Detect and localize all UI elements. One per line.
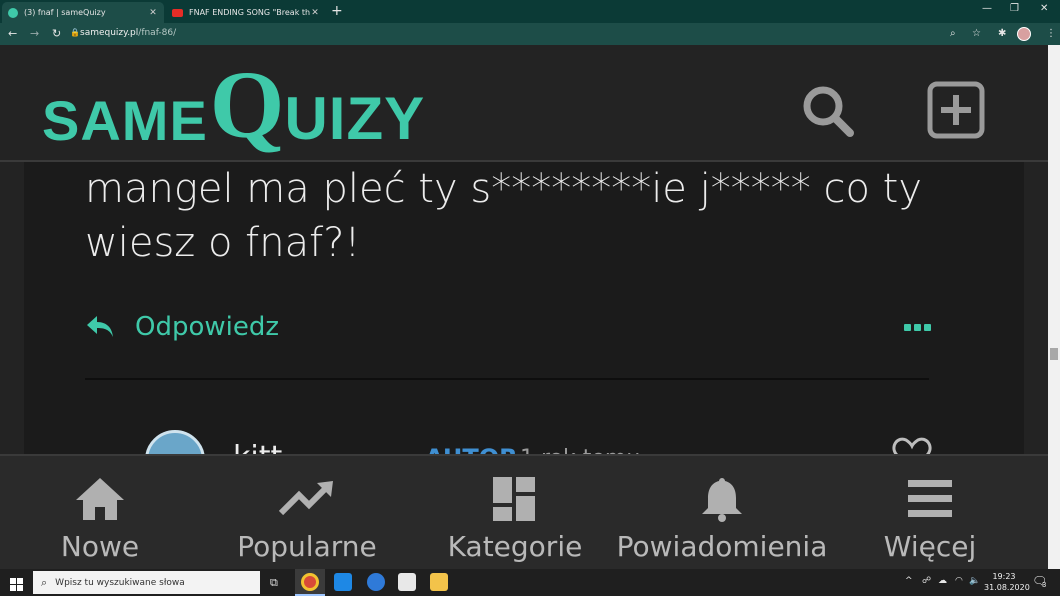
taskbar-clock[interactable]: 19:23 31.08.2020 [984, 571, 1030, 593]
file-explorer-icon[interactable] [430, 573, 448, 591]
chrome-icon[interactable] [301, 573, 319, 591]
menu-icon [908, 474, 952, 524]
youtube-favicon-icon [172, 8, 183, 17]
nav-label: Popularne [237, 530, 377, 563]
bookmark-star-icon[interactable]: ☆ [972, 28, 981, 39]
dashboard-icon [493, 474, 537, 524]
back-icon[interactable]: ← [8, 27, 17, 40]
nav-item-wiecej[interactable]: Więcej [870, 456, 990, 571]
comment-author-name[interactable]: kitt [233, 440, 282, 454]
add-quiz-icon[interactable] [927, 81, 985, 143]
maximize-icon[interactable]: ❐ [1010, 3, 1019, 14]
chevron-up-icon[interactable]: ^ [905, 576, 913, 586]
wifi-icon[interactable]: ◠ [955, 576, 963, 586]
nav-label: Nowe [60, 530, 140, 563]
url-field[interactable]: samequizy.pl/fnaf-86/ [80, 28, 176, 38]
edge-icon[interactable] [367, 573, 385, 591]
nav-item-powiadomienia[interactable]: Powiadomienia [617, 456, 827, 571]
nav-label: Powiadomienia [616, 530, 828, 563]
home-icon [74, 474, 126, 524]
search-icon[interactable] [800, 83, 856, 143]
nav-item-popularne[interactable]: Popularne [227, 456, 387, 571]
tab-samequizy[interactable]: (3) fnaf | sameQuizy ✕ [2, 2, 164, 23]
taskbar-search-input[interactable]: ⌕ Wpisz tu wyszukiwane słowa [33, 571, 260, 594]
extensions-icon[interactable]: ✱ [998, 28, 1006, 39]
comment-time: 1 rok temu [520, 446, 640, 454]
notification-count: 3 [1042, 581, 1047, 589]
trending-icon [279, 474, 335, 524]
search-icon: ⌕ [41, 575, 48, 589]
zoom-icon[interactable]: ⌕ [950, 28, 956, 39]
content-area: mangel ma pleć ty s********ie j***** co … [0, 162, 1048, 454]
store-icon[interactable] [398, 573, 416, 591]
lock-icon: 🔒 [70, 28, 80, 37]
minimize-icon[interactable]: — [982, 3, 992, 14]
forward-icon[interactable]: → [30, 27, 39, 40]
reply-label: Odpowiedz [135, 312, 280, 342]
tab-title: FNAF ENDING SONG "Break the [189, 8, 310, 17]
profile-avatar[interactable] [1017, 27, 1031, 41]
bell-icon [700, 474, 744, 524]
more-menu-icon[interactable]: ⋮ [1046, 28, 1056, 39]
comment-text: mangel ma pleć ty s********ie j***** co … [85, 166, 922, 266]
like-heart-icon[interactable] [892, 436, 932, 454]
more-options-icon[interactable] [904, 324, 931, 331]
cloud-icon[interactable]: ☁ [938, 576, 947, 586]
bottom-navigation: Nowe Popularne Kategorie Powiadomienia W… [0, 454, 1048, 569]
nav-item-kategorie[interactable]: Kategorie [440, 456, 590, 571]
scrollbar-thumb[interactable] [1050, 348, 1058, 360]
reply-button[interactable]: Odpowiedz [85, 312, 279, 342]
windows-taskbar: ⌕ Wpisz tu wyszukiwane słowa ⧉ ^ ☍ ☁ ◠ 🔈… [0, 569, 1060, 596]
task-view-icon[interactable]: ⧉ [270, 576, 278, 590]
nav-item-nowe[interactable]: Nowe [40, 456, 160, 571]
mail-icon[interactable] [334, 573, 352, 591]
close-tab-icon[interactable]: ✕ [148, 8, 158, 18]
volume-icon[interactable]: 🔈 [969, 576, 980, 586]
reload-icon[interactable]: ↻ [52, 27, 61, 40]
search-placeholder: Wpisz tu wyszukiwane słowa [55, 577, 185, 588]
tab-youtube[interactable]: FNAF ENDING SONG "Break the ✕ [166, 2, 326, 23]
tab-title: (3) fnaf | sameQuizy [24, 8, 106, 17]
address-bar: ← → ↻ 🔒 samequizy.pl/fnaf-86/ ⌕ ☆ ✱ ⋮ [0, 23, 1060, 45]
samequizy-favicon-icon [8, 7, 18, 18]
new-tab-button[interactable]: + [331, 3, 343, 19]
windows-start-icon[interactable] [10, 576, 23, 595]
browser-tab-bar: (3) fnaf | sameQuizy ✕ FNAF ENDING SONG … [0, 0, 1060, 23]
reply-arrow-icon [87, 316, 113, 337]
samequizy-logo[interactable]: SAME Q UIZY [42, 53, 425, 153]
site-header: SAME Q UIZY [0, 45, 1048, 162]
close-window-icon[interactable]: ✕ [1040, 3, 1048, 14]
scrollbar-track[interactable] [1048, 45, 1060, 569]
author-badge: AUTOR [425, 444, 518, 454]
comment-divider [85, 378, 929, 380]
nav-label: Więcej [883, 530, 977, 563]
close-tab-icon[interactable]: ✕ [310, 8, 320, 18]
nav-label: Kategorie [447, 530, 583, 563]
network-icon[interactable]: ☍ [922, 576, 931, 586]
